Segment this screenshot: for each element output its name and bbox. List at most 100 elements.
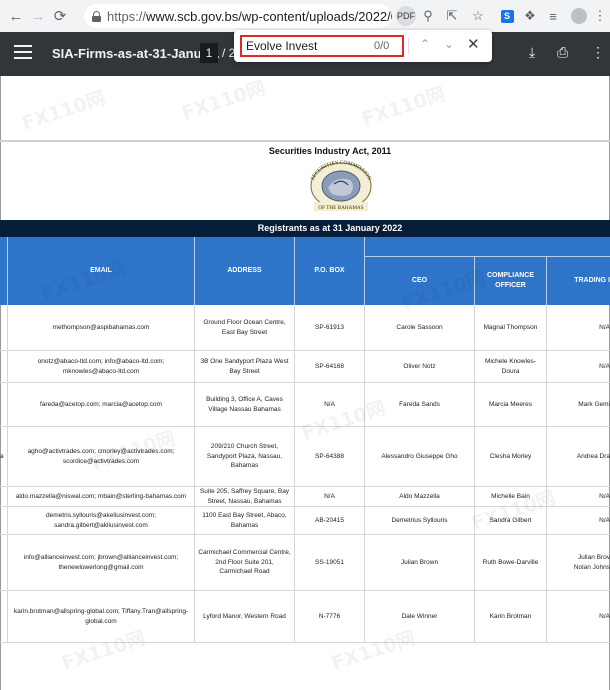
watermark: FX110网 [359, 83, 449, 131]
watermark: FX110网 [19, 87, 109, 135]
cell-po-box: SP-64168 [295, 351, 365, 382]
table-row: demetris.syllouris@akeliusinvest.com; sa… [0, 507, 610, 535]
url-text[interactable]: https://www.scb.gov.bs/wp-content/upload… [107, 9, 392, 24]
cell-address: Carmichael Commercial Centre, 2nd Floor … [195, 535, 295, 590]
address-bar[interactable]: https://www.scb.gov.bs/wp-content/upload… [84, 4, 392, 28]
cell-trading: N/A [599, 323, 610, 331]
menu-icon[interactable]: ⋮ [590, 6, 610, 26]
cell-trading: N/A [599, 516, 610, 524]
cell-ceo: Carole Sassoon [365, 305, 475, 350]
cell-address: Lyford Manor, Western Road [195, 591, 295, 642]
table-row: aldo.mazzella@niswal.com; mbain@sterling… [0, 487, 610, 507]
extension-icon[interactable]: S [497, 6, 517, 26]
profile-icon[interactable] [569, 6, 589, 26]
table-header: EMAIL ADDRESS P.O. BOX CEO COMPLIANCE OF… [0, 237, 610, 305]
cell-ceo: Julian Brown [365, 535, 475, 590]
page-number-input[interactable]: 1 [200, 43, 218, 63]
header-trading: TRADING I [574, 277, 610, 285]
cell-address: Suite 205, Saffrey Square, Bay Street, N… [195, 487, 295, 506]
header-ceo: CEO [365, 257, 475, 305]
cell-lead [0, 507, 8, 534]
cell-ceo: Dale Winner [365, 591, 475, 642]
cell-ceo: Alessandro Giuseppe Gho [365, 427, 475, 486]
cell-ceo: Fareda Sands [365, 383, 475, 426]
back-icon[interactable]: ← [5, 5, 27, 27]
cell-compliance: Marcia Meeres [475, 383, 547, 426]
document-title: SIA-Firms-as-at-31-Janua... [52, 46, 220, 61]
cell-email: onotz@abaco-ltd.com; info@abaco-ltd.com;… [8, 351, 195, 382]
media-icon[interactable]: ≡ [543, 6, 563, 26]
close-icon[interactable]: ✕ [467, 35, 480, 53]
cell-trading: N/A [599, 492, 610, 500]
zoom-icon[interactable]: ⚲ [418, 6, 438, 26]
share-icon[interactable]: ⇱ [442, 6, 462, 26]
cell-po-box: N/A [295, 383, 365, 426]
browser-toolbar: ← → ⟳ https://www.scb.gov.bs/wp-content/… [0, 0, 610, 32]
cell-po-box: AB-20415 [295, 507, 365, 534]
cell-email: methompson@aspibahamas.com [8, 305, 195, 350]
header-cell-lead [0, 237, 8, 305]
cell-lead: a [0, 427, 8, 486]
cell-email: agho@activtrades.com; cmorley@activtrade… [8, 427, 195, 486]
cell-compliance: Michele Knowles-Doura [475, 351, 547, 382]
page-divider [0, 140, 610, 142]
cell-lead [0, 305, 8, 350]
act-title: Securities Industry Act, 2011 [268, 146, 392, 156]
pdf-badge-icon[interactable]: PDF [396, 6, 416, 26]
cell-email: demetris.syllouris@akeliusinvest.com; sa… [8, 507, 195, 534]
header-compliance-officer: COMPLIANCE OFFICER [475, 257, 547, 305]
cell-lead [0, 591, 8, 642]
cell-ceo: Oliver Notz [365, 351, 475, 382]
header-po-box: P.O. BOX [295, 237, 365, 305]
cell-email: karin.brotman@allspring-global.com; Tiff… [8, 591, 195, 642]
find-next-icon[interactable]: ⌄ [444, 37, 454, 51]
cell-trading: Andrea Dra [576, 452, 610, 460]
table-row: methompson@aspibahamas.com Ground Floor … [0, 305, 610, 351]
cell-email: info@allianceinvest.com; jbrown@alliance… [8, 535, 195, 590]
cell-address: 209/210 Church Street, Sandyport Plaza, … [195, 427, 295, 486]
cell-po-box: SP-64388 [295, 427, 365, 486]
cell-trading: N/A [599, 612, 610, 620]
cell-compliance: Clesha Morley [475, 427, 547, 486]
cell-compliance: Sandra Gilbert [475, 507, 547, 534]
commission-seal-logo: SECURITIES COMMISSION OF THE BAHAMAS [310, 160, 372, 211]
cell-lead [0, 487, 8, 506]
pdf-page: Securities Industry Act, 2011 SECURITIES… [0, 76, 610, 690]
find-divider [408, 38, 409, 54]
cell-compliance: Karin Brotman [475, 591, 547, 642]
table-row: karin.brotman@allspring-global.com; Tiff… [0, 591, 610, 643]
find-result-count: 0/0 [374, 40, 390, 52]
table-row: info@allianceinvest.com; jbrown@alliance… [0, 535, 610, 591]
cell-po-box: N/A [295, 487, 365, 506]
more-options-icon[interactable]: ⋮ [591, 44, 605, 61]
cell-ceo: Demetrius Syllouris [365, 507, 475, 534]
cell-po-box: N-7776 [295, 591, 365, 642]
cell-ceo: Aldo Mazzella [365, 487, 475, 506]
cell-lead [0, 351, 8, 382]
cell-trading: Mark Gemi [578, 400, 610, 408]
reload-icon[interactable]: ⟳ [49, 5, 71, 27]
cell-email: fareda@acetop.com; marcia@acetop.com [8, 383, 195, 426]
forward-icon[interactable]: → [27, 5, 49, 27]
cell-compliance: Ruth Bowe-Darville [475, 535, 547, 590]
sidebar-menu-icon[interactable] [14, 45, 32, 61]
cell-compliance: Magnal Thompson [475, 305, 547, 350]
cell-address: Building 3, Office A, Caves Village Nass… [195, 383, 295, 426]
svg-text:OF THE BAHAMAS: OF THE BAHAMAS [318, 205, 363, 211]
table-row: a agho@activtrades.com; cmorley@activtra… [0, 427, 610, 487]
watermark: FX110网 [179, 77, 269, 125]
puzzle-icon[interactable]: ❖ [520, 6, 540, 26]
cell-trading: N/A [599, 362, 610, 370]
download-icon[interactable]: ⤓ [529, 44, 535, 61]
cell-compliance: Michelle Bain [475, 487, 547, 506]
registrants-banner: Registrants as at 31 January 2022 [0, 220, 610, 237]
cell-address: 3B One Sandyport Plaza West Bay Street [195, 351, 295, 382]
print-icon[interactable]: ⎙ [557, 44, 568, 61]
header-address: ADDRESS [195, 237, 295, 305]
star-icon[interactable]: ☆ [468, 6, 488, 26]
find-previous-icon[interactable]: ⌃ [420, 37, 430, 51]
cell-po-box: SS-19051 [295, 535, 365, 590]
cell-address: 1100 East Bay Street, Abaco, Bahamas [195, 507, 295, 534]
cell-trading: Julian Brov Nolan Johns [573, 554, 610, 571]
lock-icon[interactable] [92, 10, 101, 22]
